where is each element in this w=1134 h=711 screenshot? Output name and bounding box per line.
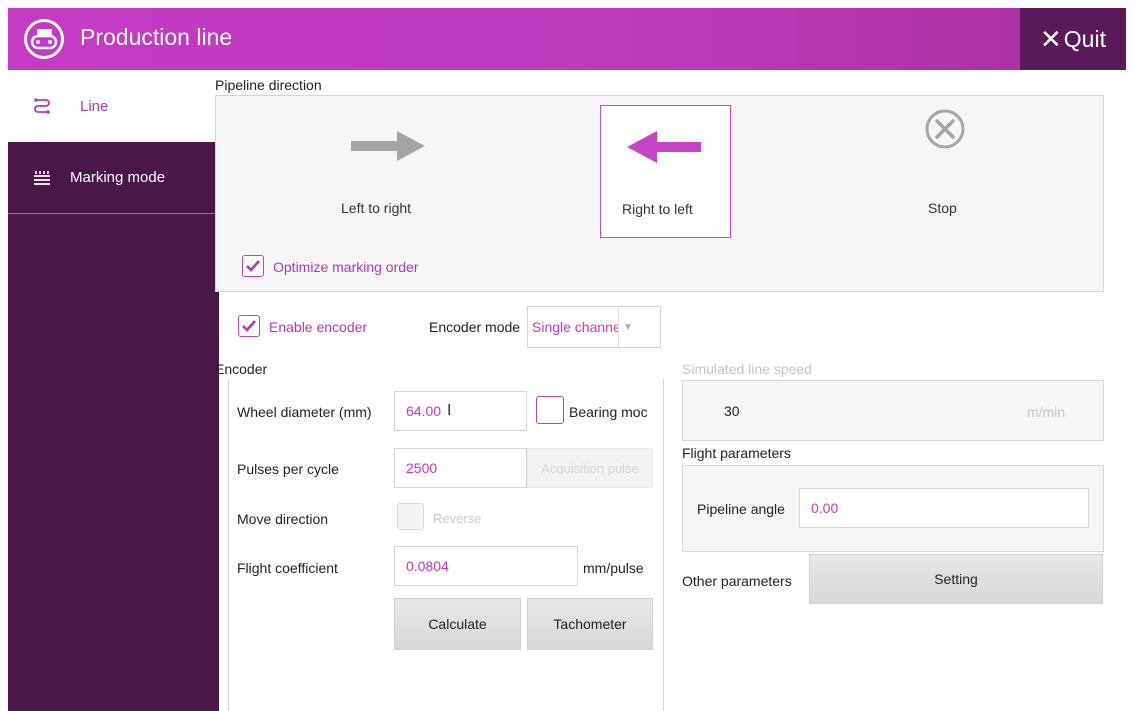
encoder-panel-border: [663, 379, 664, 711]
checkmark-icon: [246, 260, 260, 272]
route-icon: [30, 94, 54, 118]
simulated-line-speed-label: Simulated line speed: [682, 361, 812, 377]
reverse-checkbox[interactable]: [397, 503, 424, 530]
bearing-mode-label: Bearing moc: [569, 404, 648, 420]
direction-right-to-left-button[interactable]: Right to left: [600, 105, 731, 238]
checkmark-icon: [242, 320, 256, 332]
close-icon: ✕: [1040, 23, 1062, 54]
reverse-label: Reverse: [433, 511, 482, 526]
pulses-per-cycle-input[interactable]: 2500: [394, 448, 527, 488]
encoder-section-label: Encoder: [215, 361, 268, 377]
main-content: Pipeline direction Left to right Right t…: [215, 70, 1126, 711]
marking-lines-icon: [30, 166, 54, 190]
enable-encoder-checkbox[interactable]: [238, 315, 260, 337]
flight-parameters-label: Flight parameters: [682, 445, 791, 461]
text-cursor-icon: I: [447, 402, 452, 419]
tachometer-button[interactable]: Tachometer: [527, 598, 653, 650]
direction-label: Right to left: [622, 201, 693, 217]
sidebar: Line Marking mode: [8, 70, 219, 711]
move-direction-label: Move direction: [237, 511, 329, 527]
direction-label: Stop: [928, 200, 957, 216]
pulses-per-cycle-label: Pulses per cycle: [237, 461, 339, 477]
encoder-mode-label: Encoder mode: [429, 319, 521, 335]
direction-left-to-right-button[interactable]: Left to right: [299, 106, 479, 236]
optimize-marking-order-checkbox[interactable]: [242, 255, 264, 277]
pipeline-angle-label: Pipeline angle: [697, 501, 785, 517]
arrow-left-icon: [627, 131, 701, 163]
flight-coefficient-input[interactable]: 0.0804: [394, 546, 578, 586]
title-bar: Production line ✕ Quit: [8, 8, 1126, 70]
calculate-button[interactable]: Calculate: [394, 598, 521, 650]
pipeline-angle-input[interactable]: 0.00: [799, 488, 1089, 528]
bearing-mode-checkbox[interactable]: [536, 396, 564, 424]
chevron-down-icon: ▼: [618, 307, 660, 347]
pipeline-direction-label: Pipeline direction: [215, 77, 322, 93]
wheel-diameter-input[interactable]: 64.00 I: [394, 391, 527, 431]
setting-button[interactable]: Setting: [809, 554, 1103, 604]
acquisition-pulse-button[interactable]: Acquisition pulse: [527, 448, 653, 488]
stop-circle-icon: [925, 109, 965, 149]
flight-coefficient-unit: mm/pulse: [583, 560, 644, 576]
sidebar-item-line[interactable]: Line: [8, 70, 219, 142]
encoder-mode-value: Single channel: [532, 319, 624, 335]
optimize-marking-order-label: Optimize marking order: [273, 259, 419, 275]
other-parameters-label: Other parameters: [682, 573, 792, 589]
arrow-right-icon: [351, 131, 425, 161]
direction-label: Left to right: [341, 200, 412, 216]
direction-stop-button[interactable]: Stop: [874, 106, 1014, 236]
conveyor-icon: [24, 19, 64, 59]
sidebar-item-label: Marking mode: [70, 169, 166, 186]
wheel-diameter-label: Wheel diameter (mm): [237, 404, 372, 420]
page-title: Production line: [80, 24, 233, 50]
simulated-line-speed-input[interactable]: 30: [713, 391, 1013, 431]
quit-label: Quit: [1063, 25, 1106, 52]
flight-coefficient-label: Flight coefficient: [237, 560, 338, 576]
simulated-line-speed-unit: m/min: [1027, 404, 1066, 420]
quit-button[interactable]: ✕ Quit: [1020, 8, 1126, 70]
encoder-panel-border: [228, 379, 229, 711]
sidebar-item-label: Line: [80, 97, 109, 115]
encoder-mode-select[interactable]: Single channel ▼: [527, 306, 661, 348]
sidebar-item-marking-mode[interactable]: Marking mode: [8, 142, 219, 214]
enable-encoder-label: Enable encoder: [269, 319, 368, 335]
